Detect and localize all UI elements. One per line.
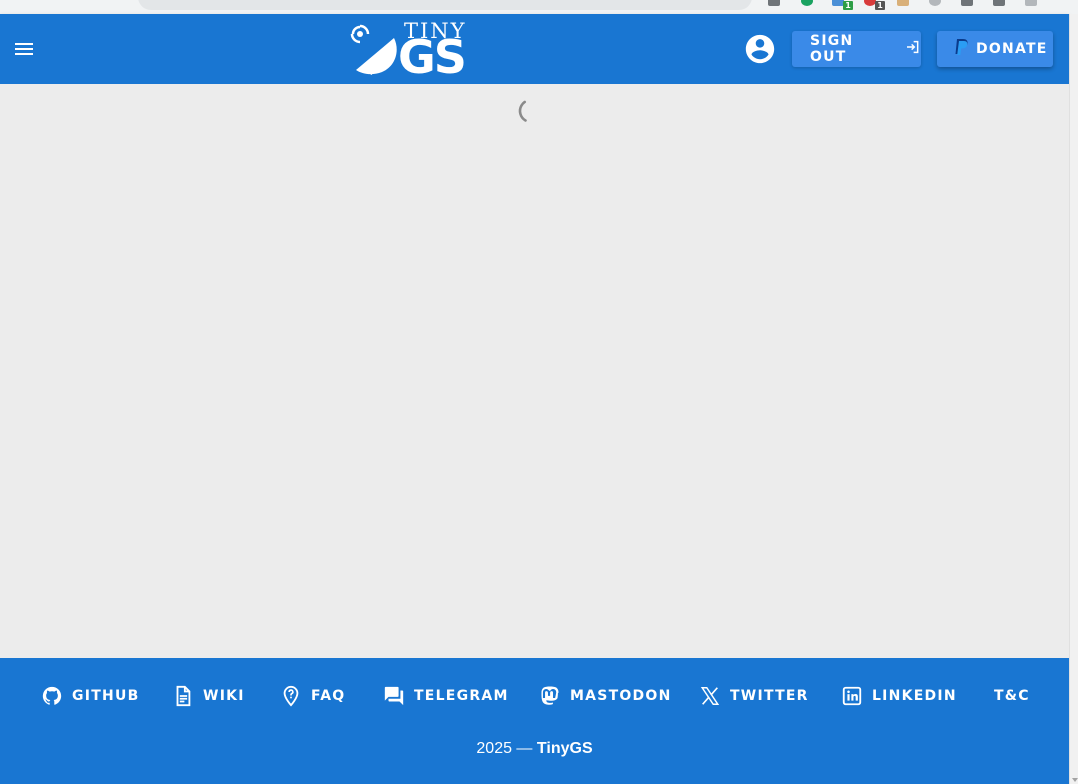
menu-icon	[15, 43, 33, 55]
donate-label: DONATE	[976, 41, 1048, 57]
copyright: 2025 — TinyGS	[0, 740, 1069, 758]
menu-button[interactable]	[12, 37, 36, 61]
linkedin-icon	[840, 684, 864, 708]
page-scrollbar[interactable]	[1069, 14, 1078, 784]
footer-link-terms[interactable]: T&C	[994, 683, 1030, 709]
satellite-dish-icon	[350, 24, 397, 76]
document-icon	[171, 684, 195, 708]
footer-link-label: WIKI	[203, 688, 245, 704]
footer-link-label: FAQ	[311, 688, 346, 704]
sign-out-icon	[905, 39, 921, 60]
mastodon-icon	[538, 684, 562, 708]
sign-out-button[interactable]: SIGN OUT	[792, 31, 921, 67]
loading-spinner-icon	[518, 98, 544, 124]
extension-badge: 1	[843, 1, 853, 10]
extension-icon[interactable]	[801, 0, 813, 6]
sidebar-icon[interactable]	[993, 0, 1005, 6]
footer-link-label: LINKEDIN	[872, 688, 957, 704]
help-marker-icon	[279, 684, 303, 708]
extension-icon[interactable]	[768, 0, 780, 6]
github-icon	[40, 684, 64, 708]
footer: GITHUB WIKI FAQ TELEGRAM MASTODON TWITTE…	[0, 658, 1069, 784]
footer-link-label: TWITTER	[730, 688, 809, 704]
copyright-brand[interactable]: TinyGS	[537, 740, 593, 757]
footer-link-telegram[interactable]: TELEGRAM	[382, 683, 509, 709]
donate-button[interactable]: DONATE	[937, 31, 1053, 67]
tinygs-logo[interactable]: TINY GS	[350, 18, 472, 80]
extension-icon[interactable]	[929, 0, 941, 6]
extension-icon[interactable]	[897, 0, 909, 6]
chat-icon	[382, 684, 406, 708]
footer-link-mastodon[interactable]: MASTODON	[538, 683, 672, 709]
app-bar: TINY GS SIGN OUT DONATE	[0, 14, 1069, 84]
x-twitter-icon	[698, 684, 722, 708]
footer-link-linkedin[interactable]: LINKEDIN	[840, 683, 957, 709]
main-content	[0, 84, 1069, 658]
footer-link-github[interactable]: GITHUB	[40, 683, 140, 709]
browser-toolbar: 1 1	[0, 0, 1078, 14]
footer-link-label: TELEGRAM	[414, 688, 509, 704]
profile-icon[interactable]	[1025, 0, 1037, 6]
paypal-icon	[953, 38, 969, 61]
footer-link-label: T&C	[994, 688, 1030, 704]
footer-link-wiki[interactable]: WIKI	[171, 683, 245, 709]
footer-link-label: GITHUB	[72, 688, 140, 704]
extension-badge: 1	[875, 1, 885, 10]
account-circle-icon	[745, 34, 775, 64]
footer-link-label: MASTODON	[570, 688, 672, 704]
puzzle-icon[interactable]	[961, 0, 973, 6]
sign-out-label: SIGN OUT	[810, 33, 854, 65]
logo-gs-text: GS	[398, 30, 467, 84]
address-bar[interactable]	[138, 0, 752, 10]
copyright-year: 2025 —	[476, 740, 533, 757]
footer-link-faq[interactable]: FAQ	[279, 683, 345, 709]
footer-link-twitter[interactable]: TWITTER	[698, 683, 809, 709]
scroll-down-arrow-icon[interactable]	[1072, 778, 1078, 782]
account-button[interactable]	[743, 32, 777, 66]
